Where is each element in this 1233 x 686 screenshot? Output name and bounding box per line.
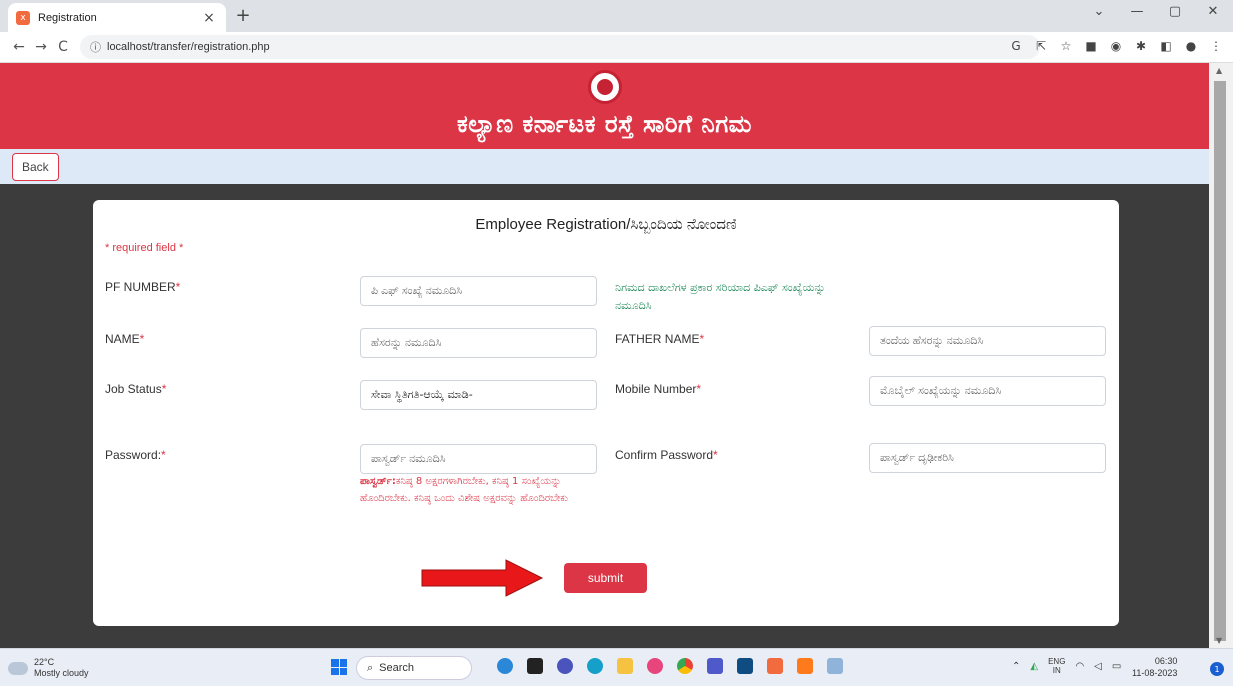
close-window-icon[interactable]: ✕ — [1201, 4, 1225, 19]
notepad-icon[interactable] — [827, 658, 843, 674]
confirm-password-input[interactable] — [869, 443, 1106, 473]
xampp-favicon-icon: x — [16, 10, 30, 25]
new-tab-button[interactable]: + — [232, 5, 254, 26]
mobile-number-input[interactable] — [869, 376, 1106, 406]
url-text: localhost/transfer/registration.php — [107, 41, 270, 53]
reload-icon[interactable]: C — [52, 39, 74, 55]
taskbar-search-input[interactable]: ⌕ Search — [356, 656, 472, 680]
system-tray: ⌃ ◭ ENG IN ◠ ◁ ▭ — [1012, 657, 1121, 675]
app-icon[interactable] — [497, 658, 513, 674]
scroll-down-icon[interactable]: ▼ — [1216, 636, 1222, 645]
pf-number-hint: ನಿಗಮದ ದಾಖಲೆಗಳ ಪ್ರಕಾರ ಸರಿಯಾದ ಪಿಎಫ್ ಸಂಖ್ಯೆ… — [615, 281, 826, 312]
taskbar-apps — [497, 658, 843, 674]
app-icon[interactable] — [527, 658, 543, 674]
form-title: Employee Registration/ಸಿಬ್ಬಂದಿಯ ನೋಂದಣಿ — [475, 216, 737, 233]
weather-desc: Mostly cloudy — [34, 668, 89, 678]
search-label: Search — [379, 662, 415, 674]
tab-title: Registration — [38, 11, 97, 24]
minimize-icon[interactable]: — — [1125, 4, 1149, 19]
confirm-password-label: Confirm Password* — [615, 448, 718, 462]
google-drive-icon[interactable]: ◭ — [1030, 661, 1038, 672]
windows-taskbar: 22°C Mostly cloudy ⌕ Search ⌃ ◭ ENG IN ◠… — [0, 648, 1233, 686]
password-hint: ಪಾಸ್ವರ್ಡ್:ಕನಿಷ್ಠ 8 ಅಕ್ಷರಗಳಾಗಿರಬೇಕು, ಕನಿಷ… — [360, 476, 568, 504]
page-scrollbar[interactable]: ▲ ▼ — [1209, 63, 1233, 648]
puzzle-icon[interactable]: ✱ — [1134, 39, 1148, 53]
registration-card: Employee Registration/ಸಿಬ್ಬಂದಿಯ ನೋಂದಣಿ *… — [93, 200, 1119, 626]
tab-close-icon[interactable]: × — [200, 10, 218, 26]
share-icon[interactable]: ⇱ — [1034, 39, 1048, 53]
weather-widget[interactable]: 22°C Mostly cloudy — [8, 657, 89, 679]
info-icon[interactable]: ⓘ — [90, 39, 101, 55]
wifi-icon[interactable]: ◠ — [1075, 661, 1084, 672]
pf-number-label: PF NUMBER* — [105, 280, 181, 294]
name-label: NAME* — [105, 332, 145, 346]
submit-button[interactable]: submit — [564, 563, 647, 593]
maximize-icon[interactable]: ▢ — [1163, 4, 1187, 19]
extension-icon[interactable]: ■ — [1084, 39, 1098, 53]
back-button[interactable]: Back — [12, 153, 59, 181]
search-icon: ⌕ — [367, 661, 374, 674]
name-input[interactable] — [360, 328, 597, 358]
app-icon[interactable] — [557, 658, 573, 674]
language-indicator[interactable]: ENG IN — [1048, 657, 1065, 675]
father-name-input[interactable] — [869, 326, 1106, 356]
file-explorer-icon[interactable] — [617, 658, 633, 674]
father-name-label: FATHER NAME* — [615, 332, 705, 346]
address-bar: ← → C ⓘ localhost/transfer/registration.… — [0, 32, 1233, 63]
browser-tab[interactable]: x Registration × — [8, 3, 226, 32]
pf-number-input[interactable] — [360, 276, 597, 306]
speaker-icon[interactable]: ◁ — [1094, 661, 1102, 672]
menu-kebab-icon[interactable]: ⋮ — [1209, 39, 1223, 53]
chevron-up-icon[interactable]: ⌃ — [1012, 661, 1020, 672]
xampp-icon[interactable] — [767, 658, 783, 674]
scroll-up-icon[interactable]: ▲ — [1216, 66, 1222, 75]
red-arrow-annotation — [421, 559, 544, 597]
cloud-icon — [8, 661, 28, 675]
sidepanel-icon[interactable]: ◧ — [1159, 39, 1173, 53]
edge-icon[interactable] — [587, 658, 603, 674]
chrome-icon[interactable] — [677, 658, 693, 674]
password-label: Password:* — [105, 448, 166, 462]
ksrtc-emblem-icon — [587, 70, 622, 104]
mobile-number-label: Mobile Number* — [615, 382, 702, 396]
scroll-thumb[interactable] — [1214, 81, 1226, 641]
battery-icon[interactable]: ▭ — [1112, 661, 1121, 672]
extension-icons: G ⇱ ☆ ■ ◉ ✱ ◧ ● ⋮ — [1009, 39, 1223, 53]
bookmark-star-icon[interactable]: ☆ — [1059, 39, 1073, 53]
job-status-select[interactable]: ಸೇವಾ ಸ್ಥಿತಿಗತಿ-ಆಯ್ಕೆ ಮಾಡಿ- — [360, 380, 597, 410]
back-arrow-icon[interactable]: ← — [8, 39, 30, 55]
extension-icon[interactable]: ◉ — [1109, 39, 1123, 53]
profile-avatar-icon[interactable]: ● — [1184, 39, 1198, 53]
taskbar-clock[interactable]: 06:30 11-08-2023 — [1132, 655, 1177, 679]
required-field-note: * required field * — [105, 242, 184, 254]
weather-temp: 22°C — [34, 657, 55, 667]
google-lens-icon[interactable]: G — [1009, 39, 1023, 53]
app-icon[interactable] — [737, 658, 753, 674]
forward-arrow-icon[interactable]: → — [30, 39, 52, 55]
windows-start-icon[interactable] — [331, 659, 347, 675]
job-status-label: Job Status* — [105, 382, 167, 396]
window-controls: ⌄ — ▢ ✕ — [1087, 4, 1225, 19]
header-banner: ಕಲ್ಯಾಣ ಕರ್ನಾಟಕ ರಸ್ತೆ ಸಾರಿಗೆ ನಿಗಮ — [0, 63, 1209, 149]
back-toolbar: Back — [0, 149, 1209, 184]
app-icon[interactable] — [647, 658, 663, 674]
tab-search-icon[interactable]: ⌄ — [1087, 4, 1111, 19]
page-title: ಕಲ್ಯಾಣ ಕರ್ನಾಟಕ ರಸ್ತೆ ಸಾರಿಗೆ ನಿಗಮ — [456, 110, 753, 138]
browser-tabstrip: x Registration × + ⌄ — ▢ ✕ — [0, 0, 1233, 32]
sublime-icon[interactable] — [797, 658, 813, 674]
teams-icon[interactable] — [707, 658, 723, 674]
password-input[interactable] — [360, 444, 597, 474]
url-input[interactable]: ⓘ localhost/transfer/registration.php — [80, 35, 1040, 59]
notification-badge[interactable]: 1 — [1210, 662, 1224, 676]
